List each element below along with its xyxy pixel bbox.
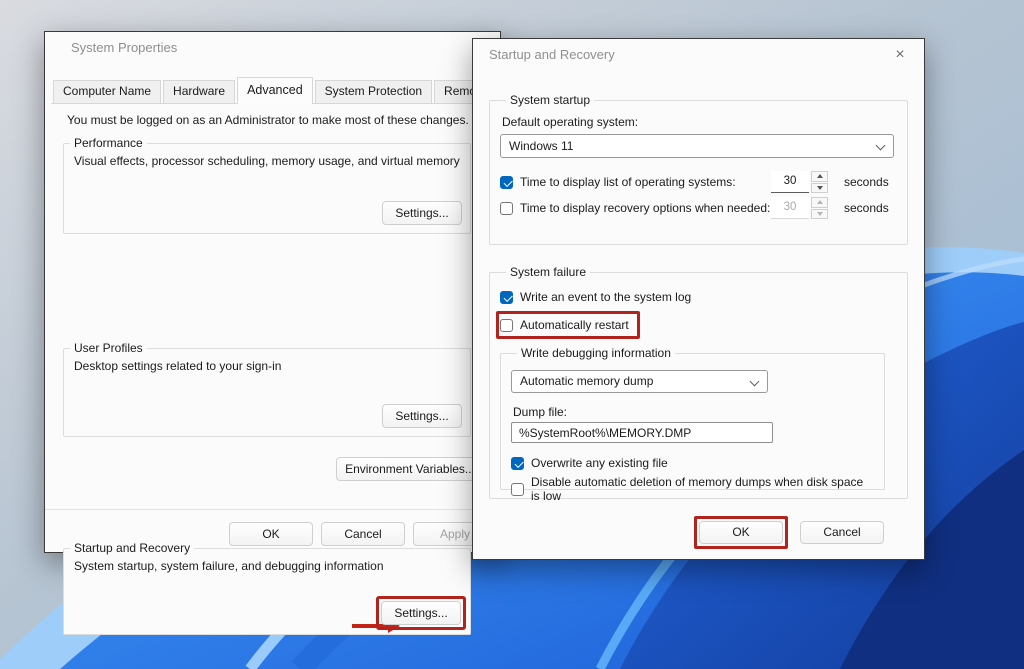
overwrite-checkbox[interactable]	[511, 457, 524, 470]
performance-settings-button[interactable]: Settings...	[382, 201, 462, 225]
annotation-box-ok: OK	[694, 516, 788, 549]
cancel-button[interactable]: Cancel	[800, 521, 884, 544]
recovery-time-spinner: 30	[771, 197, 828, 219]
system-properties-dialog: System Properties Computer Name Hardware…	[44, 31, 501, 553]
admin-note: You must be logged on as an Administrato…	[67, 113, 492, 127]
write-event-label: Write an event to the system log	[520, 290, 691, 304]
chevron-down-icon	[750, 377, 760, 387]
write-event-row: Write an event to the system log	[500, 285, 897, 309]
spinner-down-icon[interactable]	[811, 183, 828, 194]
dump-type-dropdown[interactable]: Automatic memory dump	[511, 370, 768, 393]
startup-recovery-desc: System startup, system failure, and debu…	[74, 559, 470, 573]
disable-deletion-row: Disable automatic deletion of memory dum…	[511, 477, 874, 501]
disable-deletion-label: Disable automatic deletion of memory dum…	[531, 475, 874, 503]
os-list-time-spinner[interactable]: 30	[771, 171, 828, 193]
os-list-time-row: Time to display list of operating system…	[500, 170, 897, 194]
tab-system-protection[interactable]: System Protection	[315, 80, 432, 103]
footer-separator	[45, 509, 500, 510]
os-list-time-value[interactable]: 30	[771, 171, 809, 193]
system-failure-group-title: System failure	[506, 265, 590, 279]
auto-restart-label: Automatically restart	[520, 318, 629, 332]
performance-group-title: Performance	[70, 136, 147, 150]
default-os-label: Default operating system:	[502, 115, 897, 129]
write-debugging-group: Write debugging information Automatic me…	[500, 346, 885, 490]
recovery-time-row: Time to display recovery options when ne…	[500, 196, 897, 220]
default-os-dropdown[interactable]: Windows 11	[500, 134, 894, 158]
default-os-value: Windows 11	[509, 139, 573, 153]
performance-desc: Visual effects, processor scheduling, me…	[74, 154, 470, 168]
user-profiles-settings-button[interactable]: Settings...	[382, 404, 462, 428]
startup-recovery-group-title: Startup and Recovery	[70, 541, 194, 555]
write-debugging-group-title: Write debugging information	[517, 346, 675, 360]
system-startup-group: System startup Default operating system:…	[489, 93, 908, 245]
dialog-title: Startup and Recovery	[489, 47, 615, 62]
auto-restart-row: Automatically restart	[500, 315, 629, 335]
seconds-label: seconds	[844, 175, 889, 189]
system-failure-group: System failure Write an event to the sys…	[489, 265, 908, 499]
spinner-up-icon[interactable]	[811, 171, 828, 182]
user-profiles-group: User Profiles Desktop settings related t…	[63, 341, 471, 437]
annotation-box-auto-restart: Automatically restart	[496, 311, 640, 339]
dialog-title: System Properties	[71, 40, 177, 55]
annotation-box-settings: Settings...	[376, 596, 466, 630]
startup-and-recovery-dialog: Startup and Recovery × System startup De…	[472, 38, 925, 560]
chevron-down-icon	[876, 141, 886, 151]
os-list-time-label: Time to display list of operating system…	[520, 175, 771, 189]
write-event-checkbox[interactable]	[500, 291, 513, 304]
user-profiles-group-title: User Profiles	[70, 341, 147, 355]
disable-deletion-checkbox[interactable]	[511, 483, 524, 496]
tab-hardware[interactable]: Hardware	[163, 80, 235, 103]
system-startup-group-title: System startup	[506, 93, 594, 107]
tab-advanced[interactable]: Advanced	[237, 77, 313, 104]
dump-type-value: Automatic memory dump	[520, 374, 653, 388]
dialog-footer: OK Cancel	[694, 516, 884, 549]
close-icon[interactable]: ×	[890, 45, 910, 65]
dialog-body: System startup Default operating system:…	[489, 69, 908, 499]
os-list-time-checkbox[interactable]	[500, 176, 513, 189]
performance-group: Performance Visual effects, processor sc…	[63, 136, 471, 234]
spinner-up-icon	[811, 197, 828, 208]
tab-strip: Computer Name Hardware Advanced System P…	[53, 76, 498, 103]
startup-recovery-group: Startup and Recovery System startup, sys…	[63, 541, 471, 635]
auto-restart-checkbox[interactable]	[500, 319, 513, 332]
spinner-down-icon	[811, 209, 828, 220]
dump-file-input[interactable]	[511, 422, 773, 443]
overwrite-label: Overwrite any existing file	[531, 456, 668, 470]
dump-file-label: Dump file:	[513, 405, 874, 419]
overwrite-row: Overwrite any existing file	[511, 451, 874, 475]
startup-recovery-settings-button[interactable]: Settings...	[381, 601, 461, 625]
recovery-time-value: 30	[771, 197, 809, 219]
recovery-time-label: Time to display recovery options when ne…	[520, 201, 771, 215]
cancel-button[interactable]: Cancel	[321, 522, 405, 546]
tab-computer-name[interactable]: Computer Name	[53, 80, 161, 103]
environment-variables-button[interactable]: Environment Variables...	[336, 457, 484, 481]
seconds-label: seconds	[844, 201, 889, 215]
ok-button[interactable]: OK	[699, 521, 783, 544]
user-profiles-desc: Desktop settings related to your sign-in	[74, 359, 470, 373]
ok-button[interactable]: OK	[229, 522, 313, 546]
recovery-time-checkbox[interactable]	[500, 202, 513, 215]
